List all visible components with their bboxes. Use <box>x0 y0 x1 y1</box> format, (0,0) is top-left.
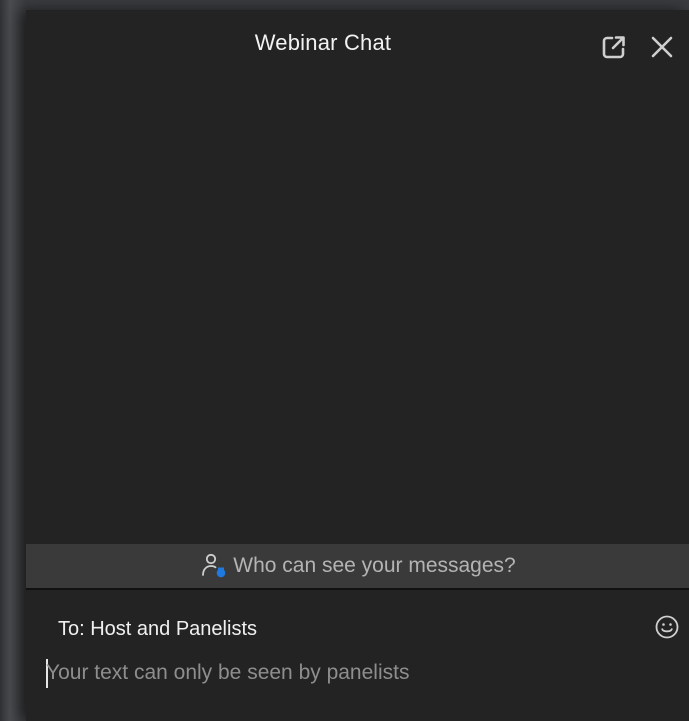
person-shield-icon <box>202 553 226 578</box>
popout-button[interactable] <box>599 32 629 62</box>
messages-area[interactable] <box>26 80 689 544</box>
popout-icon <box>602 36 625 59</box>
who-can-see-messages-label: Who can see your messages? <box>233 554 516 577</box>
window-title: Webinar Chat <box>254 30 392 55</box>
emoji-button[interactable] <box>652 612 682 642</box>
close-icon <box>651 36 673 58</box>
webinar-chat-window: Webinar Chat Who can see your messages? … <box>26 10 689 721</box>
close-button[interactable] <box>647 32 677 62</box>
emoji-icon <box>655 615 679 639</box>
who-can-see-messages-button[interactable]: Who can see your messages? <box>26 544 689 588</box>
recipient-selector[interactable]: To: Host and Panelists <box>58 618 257 641</box>
chat-message-input[interactable] <box>46 656 646 690</box>
chat-composer: To: Host and Panelists <box>26 590 689 721</box>
title-bar: Webinar Chat <box>26 10 689 80</box>
